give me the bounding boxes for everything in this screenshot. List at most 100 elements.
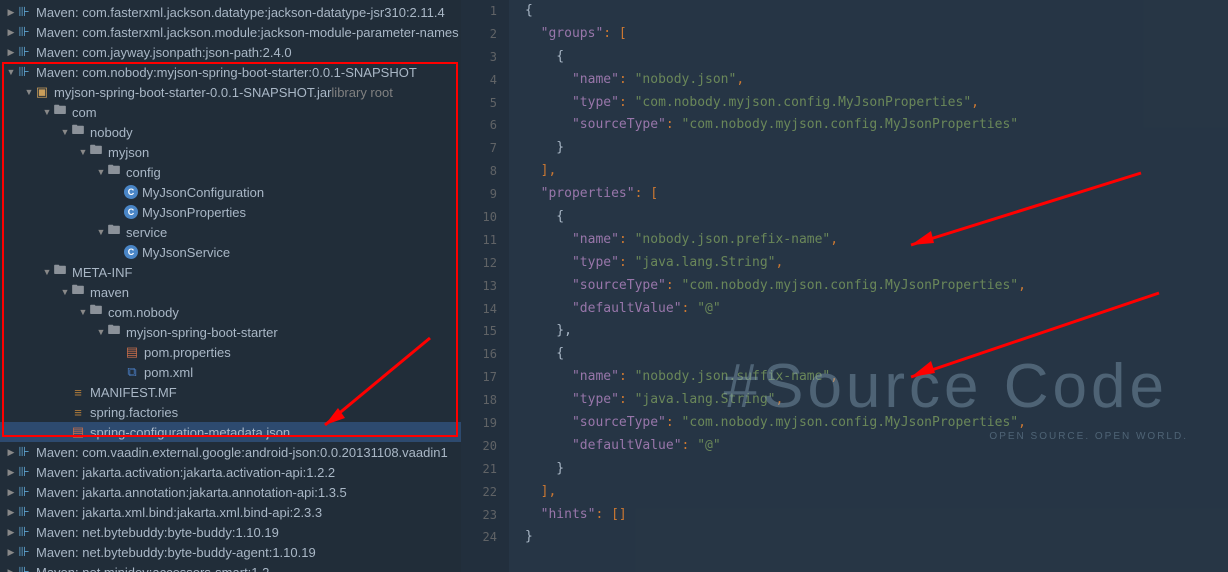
- code-line[interactable]: "defaultValue": "@": [525, 435, 1228, 458]
- line-number: 22: [461, 481, 497, 504]
- properties-icon: ▤: [70, 424, 86, 440]
- tree-item-label: pom.xml: [144, 365, 193, 380]
- tree-item[interactable]: ▼🖿maven: [0, 282, 461, 302]
- tree-item-label: MANIFEST.MF: [90, 385, 177, 400]
- code-line[interactable]: "type": "com.nobody.myjson.config.MyJson…: [525, 92, 1228, 115]
- code-line[interactable]: {: [525, 206, 1228, 229]
- tree-item[interactable]: ▼🖿 META-INF: [0, 262, 461, 282]
- line-number-gutter: 123456789101112131415161718192021222324: [461, 0, 509, 572]
- tree-item[interactable]: CMyJsonService: [0, 242, 461, 262]
- tree-item-label: Maven: com.vaadin.external.google:androi…: [36, 445, 448, 460]
- expand-arrow-icon[interactable]: ▶: [6, 507, 16, 518]
- tree-item[interactable]: ▤spring-configuration-metadata.json: [0, 422, 461, 442]
- code-line[interactable]: }: [525, 526, 1228, 549]
- code-line[interactable]: "groups": [: [525, 23, 1228, 46]
- expand-arrow-icon[interactable]: ▶: [6, 447, 16, 458]
- code-line[interactable]: "properties": [: [525, 183, 1228, 206]
- tree-item[interactable]: ▼🖿com: [0, 102, 461, 122]
- expand-arrow-icon[interactable]: ▶: [6, 487, 16, 498]
- code-line[interactable]: ],: [525, 160, 1228, 183]
- tree-item[interactable]: ▼⊪ Maven: com.nobody:myjson-spring-boot-s…: [0, 62, 461, 82]
- tree-item[interactable]: ▶⊪Maven: com.fasterxml.jackson.module:ja…: [0, 22, 461, 42]
- tree-item[interactable]: ▼🖿nobody: [0, 122, 461, 142]
- code-content[interactable]: { "groups": [ { "name": "nobody.json", "…: [509, 0, 1228, 572]
- expand-arrow-icon[interactable]: ▶: [6, 27, 16, 38]
- line-number: 8: [461, 160, 497, 183]
- expand-arrow-icon[interactable]: ▶: [6, 467, 16, 478]
- line-number: 3: [461, 46, 497, 69]
- expand-arrow-icon[interactable]: ▶: [6, 567, 16, 572]
- code-line[interactable]: ],: [525, 481, 1228, 504]
- expand-arrow-icon[interactable]: ▶: [6, 7, 16, 18]
- library-icon: ⊪: [16, 444, 32, 460]
- tree-item-label: Maven: net.minidev:accessors-smart:1.2: [36, 565, 269, 572]
- line-number: 13: [461, 275, 497, 298]
- expand-arrow-icon[interactable]: ▼: [96, 167, 106, 177]
- code-line[interactable]: "sourceType": "com.nobody.myjson.config.…: [525, 275, 1228, 298]
- code-line[interactable]: "name": "nobody.json.suffix-name",: [525, 366, 1228, 389]
- tree-item[interactable]: ▶⊪Maven: com.fasterxml.jackson.datatype:…: [0, 2, 461, 22]
- tree-item[interactable]: ▶⊪Maven: jakarta.annotation:jakarta.anno…: [0, 482, 461, 502]
- code-line[interactable]: "defaultValue": "@": [525, 298, 1228, 321]
- code-line[interactable]: "type": "java.lang.String",: [525, 252, 1228, 275]
- code-line[interactable]: }: [525, 458, 1228, 481]
- code-line[interactable]: "name": "nobody.json.prefix-name",: [525, 229, 1228, 252]
- code-line[interactable]: "type": "java.lang.String",: [525, 389, 1228, 412]
- expand-arrow-icon[interactable]: ▼: [42, 267, 52, 277]
- expand-arrow-icon[interactable]: ▼: [42, 107, 52, 117]
- project-tree-sidebar: ▶⊪Maven: com.fasterxml.jackson.datatype:…: [0, 0, 461, 572]
- code-line[interactable]: },: [525, 320, 1228, 343]
- tree-item[interactable]: ▼🖿com.nobody: [0, 302, 461, 322]
- tree-item[interactable]: ▶⊪Maven: net.bytebuddy:byte-buddy:1.10.1…: [0, 522, 461, 542]
- code-editor[interactable]: #Source Code OPEN SOURCE. OPEN WORLD. 12…: [461, 0, 1228, 572]
- code-line[interactable]: "hints": []: [525, 504, 1228, 527]
- tree-item[interactable]: ▤pom.properties: [0, 342, 461, 362]
- expand-arrow-icon[interactable]: ▼: [24, 87, 34, 97]
- line-number: 6: [461, 114, 497, 137]
- tree-item[interactable]: ▶⊪Maven: jakarta.xml.bind:jakarta.xml.bi…: [0, 502, 461, 522]
- tree-item[interactable]: ▼🖿myjson-spring-boot-starter: [0, 322, 461, 342]
- code-line[interactable]: "sourceType": "com.nobody.myjson.config.…: [525, 412, 1228, 435]
- tree-item[interactable]: ▼🖿service: [0, 222, 461, 242]
- expand-arrow-icon[interactable]: ▼: [78, 147, 88, 157]
- expand-arrow-icon[interactable]: ▼: [78, 307, 88, 317]
- line-number: 18: [461, 389, 497, 412]
- tree-item[interactable]: ⧉pom.xml: [0, 362, 461, 382]
- code-line[interactable]: "name": "nobody.json",: [525, 69, 1228, 92]
- tree-item[interactable]: ▼▣myjson-spring-boot-starter-0.0.1-SNAPS…: [0, 82, 461, 102]
- expand-arrow-icon[interactable]: ▶: [6, 47, 16, 58]
- code-line[interactable]: "sourceType": "com.nobody.myjson.config.…: [525, 114, 1228, 137]
- tree-item[interactable]: ▶⊪Maven: net.bytebuddy:byte-buddy-agent:…: [0, 542, 461, 562]
- expand-arrow-icon[interactable]: ▼: [60, 127, 70, 137]
- tree-item[interactable]: ▼🖿config: [0, 162, 461, 182]
- tree-item[interactable]: ▶⊪Maven: jakarta.activation:jakarta.acti…: [0, 462, 461, 482]
- folder-icon: 🖿: [52, 264, 68, 280]
- code-line[interactable]: {: [525, 46, 1228, 69]
- line-number: 21: [461, 458, 497, 481]
- expand-arrow-icon[interactable]: ▼: [96, 327, 106, 337]
- expand-arrow-icon[interactable]: ▼: [60, 287, 70, 297]
- library-icon: ⊪: [16, 4, 32, 20]
- code-line[interactable]: {: [525, 0, 1228, 23]
- expand-arrow-icon[interactable]: ▶: [6, 547, 16, 558]
- tree-item[interactable]: ▶⊪Maven: com.jayway.jsonpath:json-path:2…: [0, 42, 461, 62]
- tree-item[interactable]: ▶⊪ Maven: com.vaadin.external.google:andr…: [0, 442, 461, 462]
- tree-item[interactable]: ▼🖿myjson: [0, 142, 461, 162]
- tree-item[interactable]: ≡spring.factories: [0, 402, 461, 422]
- tree-item-label: Maven: com.nobody:myjson-spring-boot-sta…: [36, 65, 417, 80]
- expand-arrow-icon[interactable]: ▼: [96, 227, 106, 237]
- tree-item-label: META-INF: [72, 265, 132, 280]
- tree-item[interactable]: CMyJsonConfiguration: [0, 182, 461, 202]
- line-number: 23: [461, 504, 497, 527]
- tree-item[interactable]: CMyJsonProperties: [0, 202, 461, 222]
- code-line[interactable]: {: [525, 343, 1228, 366]
- expand-arrow-icon[interactable]: ▶: [6, 527, 16, 538]
- line-number: 19: [461, 412, 497, 435]
- line-number: 20: [461, 435, 497, 458]
- tree-item[interactable]: ▶⊪Maven: net.minidev:accessors-smart:1.2: [0, 562, 461, 572]
- library-icon: ⊪: [16, 64, 32, 80]
- expand-arrow-icon[interactable]: ▼: [6, 67, 16, 77]
- tree-item-label: config: [126, 165, 161, 180]
- tree-item[interactable]: ≡MANIFEST.MF: [0, 382, 461, 402]
- code-line[interactable]: }: [525, 137, 1228, 160]
